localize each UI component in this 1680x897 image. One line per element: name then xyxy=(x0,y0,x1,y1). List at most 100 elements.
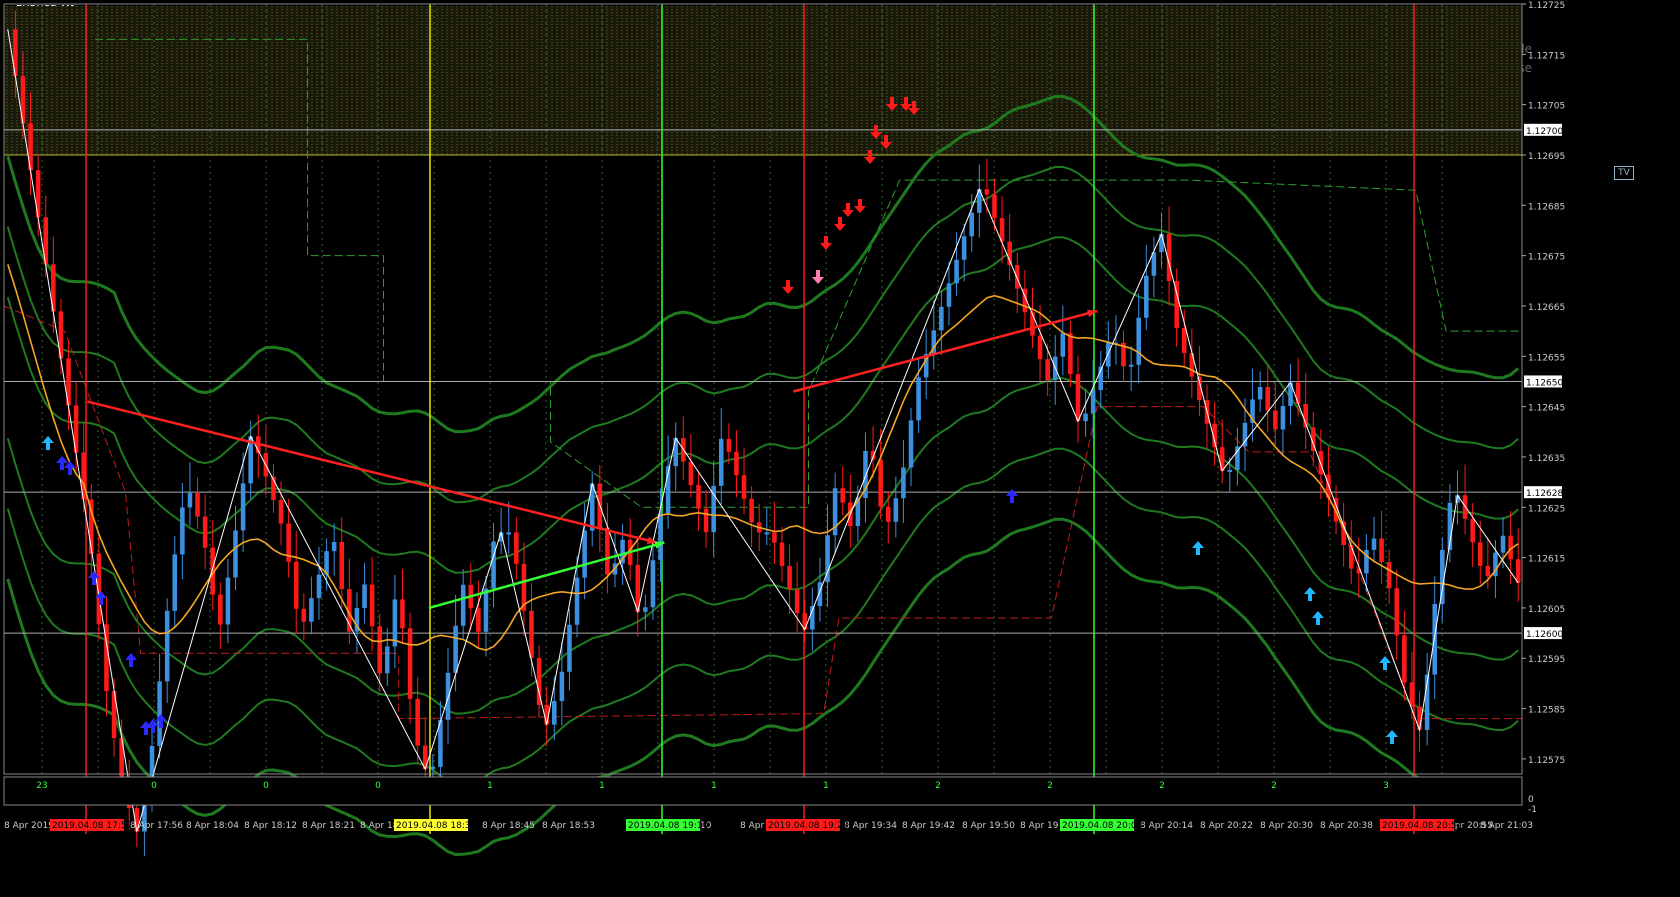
candle-body xyxy=(529,610,534,658)
price-tick-label: 1.12675 xyxy=(1528,253,1565,263)
sub-label: 3 xyxy=(1383,781,1389,791)
candle-body xyxy=(726,438,732,452)
candle-body xyxy=(1075,374,1081,422)
candle-body xyxy=(984,189,990,195)
candle-body xyxy=(764,532,770,535)
sub-label: 1 xyxy=(487,781,493,791)
time-tick-label: 8 Apr 19:42 xyxy=(902,821,955,831)
candle-body xyxy=(1227,469,1233,472)
buy-arrow-icon xyxy=(147,719,159,733)
candle-body xyxy=(195,492,200,517)
candle-body xyxy=(787,566,792,590)
candle-body xyxy=(650,560,656,608)
buy-arrow-icon xyxy=(64,461,76,475)
sub-label: 1 xyxy=(599,781,605,791)
sell-arrow-icon xyxy=(842,203,854,217)
candle-body xyxy=(430,766,436,770)
candle-body xyxy=(840,488,845,503)
candle-body xyxy=(551,701,557,725)
candle-body xyxy=(225,577,231,625)
candle-body xyxy=(1037,335,1043,360)
candle-body xyxy=(969,212,975,237)
trend-arrow-line xyxy=(428,541,665,610)
candle-body xyxy=(445,672,451,720)
chart-window[interactable]: EURUSD,M1 Hide Close TV 1.127001.126501.… xyxy=(0,0,1680,897)
sell-arrow-icon xyxy=(820,236,832,250)
time-tick-label: 8 Apr 18:12 xyxy=(244,821,297,831)
time-tick-label: 8 Apr 19:50 xyxy=(962,821,1015,831)
price-chart[interactable]: 1.12700 1.12650 1.12628 1.12600 1.12725 1.12… xyxy=(0,0,1680,897)
price-tick-label: 1.12585 xyxy=(1528,706,1565,716)
candle-body xyxy=(1318,450,1324,475)
sub-scale-label: 0 xyxy=(1528,795,1534,805)
candle-body xyxy=(187,492,193,508)
price-tick-label: 1.12725 xyxy=(1528,1,1565,11)
candle-body xyxy=(1470,518,1475,543)
time-tick-label: 8 Apr 20:30 xyxy=(1260,821,1313,831)
candle-body xyxy=(567,624,572,672)
candle-body xyxy=(605,527,610,575)
candle-body xyxy=(1181,328,1187,354)
candle-body xyxy=(946,283,952,307)
candle-body xyxy=(1515,559,1521,583)
price-tick-label: 1.12645 xyxy=(1528,404,1565,414)
candle-body xyxy=(908,420,914,468)
time-badge: 2019.04.08 18:38 xyxy=(396,821,477,831)
candle-body xyxy=(1432,604,1437,675)
price-tick-label: 1.12685 xyxy=(1528,202,1565,212)
sub-label: 0 xyxy=(263,781,269,791)
candle-body xyxy=(218,594,223,625)
candle-body xyxy=(1386,562,1392,589)
time-tick-label: 8 Apr 19:34 xyxy=(844,821,897,831)
candle-body xyxy=(696,485,701,509)
candle-body xyxy=(794,589,800,614)
price-tick-label: 1.12705 xyxy=(1528,102,1565,112)
candle-body xyxy=(878,459,883,507)
candle-body xyxy=(339,542,345,590)
candle-body xyxy=(703,508,709,533)
sub-label: 1 xyxy=(823,781,829,791)
time-tick-label: 8 Apr 19 xyxy=(1020,821,1059,831)
time-tick-label: 8 Apr 18:45 xyxy=(482,821,535,831)
sub-label: 23 xyxy=(36,781,47,791)
candle-body xyxy=(734,451,739,476)
candle-body xyxy=(893,498,899,522)
candle-body xyxy=(407,628,413,699)
time-tick-label: 8 Apr 20:22 xyxy=(1200,821,1253,831)
candle-body xyxy=(559,671,565,702)
sub-label: 2 xyxy=(935,781,941,791)
candle-body xyxy=(885,506,891,522)
candle-body xyxy=(1060,333,1066,357)
sell-arrow-icon xyxy=(854,199,866,213)
price-tick-label: 1.12655 xyxy=(1528,353,1565,363)
candle-body xyxy=(1235,446,1240,470)
candle-body xyxy=(1500,535,1506,553)
time-tick-label: 8 Apr 18:04 xyxy=(186,821,239,831)
candle-body xyxy=(1090,390,1096,414)
candle-body xyxy=(301,608,307,622)
level-label: 1.12700 xyxy=(1526,127,1563,137)
time-axis: 8 Apr 2019 8 Apr 17:56 8 Apr 18:04 8 Apr 18… xyxy=(4,819,1533,831)
price-tick-label: 1.12665 xyxy=(1528,303,1565,313)
candle-body xyxy=(460,584,466,626)
candle-body xyxy=(916,377,921,421)
candle-body xyxy=(779,542,785,567)
price-tick-label: 1.12715 xyxy=(1528,51,1565,61)
candle-body xyxy=(901,467,906,499)
candle-body xyxy=(483,588,489,632)
candle-body xyxy=(1402,635,1407,683)
candle-body xyxy=(362,584,367,609)
candle-body xyxy=(1128,364,1134,367)
candle-body xyxy=(1371,538,1377,550)
buy-arrow-icon xyxy=(125,653,137,667)
candle-body xyxy=(1477,542,1483,566)
sub-label: 2 xyxy=(1271,781,1277,791)
time-tick-label: 8 Apr 20:38 xyxy=(1320,821,1373,831)
time-tick-label: 8 Apr 18:21 xyxy=(302,821,355,831)
candle-body xyxy=(772,532,777,543)
time-tick-label: 8 Apr 18 xyxy=(360,821,399,831)
candle-body xyxy=(240,483,246,531)
candle-body xyxy=(278,500,284,524)
price-tick-label: 1.12595 xyxy=(1528,655,1565,665)
buy-arrow-icon xyxy=(1006,489,1018,503)
